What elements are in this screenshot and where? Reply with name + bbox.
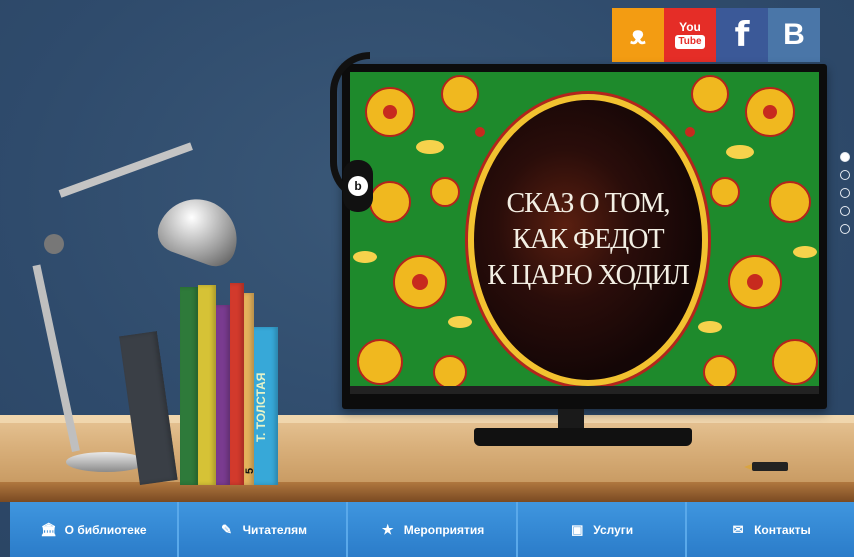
nav-item-about[interactable]: 🏛 О библиотеке (10, 502, 180, 557)
book (180, 287, 198, 485)
lamp-base (66, 452, 146, 472)
nav-item-label: О библиотеке (64, 522, 147, 537)
slide-title: СКАЗ О ТОМ, КАК ФЕДОТ К ЦАРЮ ХОДИЛ (487, 188, 689, 291)
odnoklassniki-button[interactable]: ᴥ (612, 8, 664, 62)
lamp-head (152, 188, 248, 272)
slide-screen[interactable]: СКАЗ О ТОМ, КАК ФЕДОТ К ЦАРЮ ХОДИЛ (350, 72, 819, 394)
book (216, 305, 230, 485)
nav-item-events[interactable]: ★ Мероприятия (348, 502, 518, 557)
tv-stand-base (474, 428, 692, 446)
nav-item-label: Мероприятия (403, 522, 485, 537)
tv-monitor: СКАЗ О ТОМ, КАК ФЕДОТ К ЦАРЮ ХОДИЛ (342, 64, 827, 409)
social-links: ᴥ You Tube f В (612, 8, 820, 62)
envelope-icon: ✉ (732, 521, 744, 537)
hero-scene: ᴥ You Tube f В 5 Т. ТОЛСТАЯ СКАЗ О ТОМ, … (0, 0, 854, 557)
facebook-icon: f (734, 15, 750, 55)
desk-top (0, 415, 854, 485)
nav-item-label: Услуги (593, 522, 634, 537)
desk-edge (0, 482, 854, 502)
beats-logo-icon: b (348, 176, 368, 196)
lamp-joint (44, 234, 64, 254)
vkontakte-icon: В (783, 18, 805, 51)
slider-dot-2[interactable] (840, 170, 850, 180)
book (230, 283, 244, 485)
nav-item-label: Контакты (754, 522, 811, 537)
slider-dot-3[interactable] (840, 188, 850, 198)
book: 5 (244, 293, 254, 485)
youtube-button[interactable]: You Tube (664, 8, 716, 62)
book-tolstaya: Т. ТОЛСТАЯ (254, 327, 278, 485)
youtube-icon: You Tube (675, 21, 705, 49)
slider-dot-5[interactable] (840, 224, 850, 234)
facebook-button[interactable]: f (716, 8, 768, 62)
nav-item-services[interactable]: ▣ Услуги (517, 502, 687, 557)
lamp-arm-upper (58, 142, 193, 198)
book-number: 5 (244, 467, 254, 475)
slider-pagination (840, 152, 850, 234)
pencil (744, 462, 788, 471)
book-spine-title: Т. ТОЛСТАЯ (254, 372, 268, 442)
nav-item-label: Читателям (242, 522, 308, 537)
screen-taskbar (350, 386, 819, 394)
star-icon: ★ (381, 521, 394, 537)
odnoklassniki-icon: ᴥ (630, 19, 646, 50)
book (198, 285, 216, 485)
main-nav: 🏛 О библиотеке ✎ Читателям ★ Мероприятия… (10, 502, 854, 557)
bank-icon: 🏛 (40, 521, 58, 537)
slider-dot-1[interactable] (840, 152, 850, 162)
nav-item-readers[interactable]: ✎ Читателям (179, 502, 349, 557)
briefcase-icon: ▣ (571, 521, 584, 537)
nav-item-contacts[interactable]: ✉ Контакты (686, 502, 854, 557)
vkontakte-button[interactable]: В (768, 8, 820, 62)
book-icon: ✎ (221, 521, 233, 537)
slider-dot-4[interactable] (840, 206, 850, 216)
